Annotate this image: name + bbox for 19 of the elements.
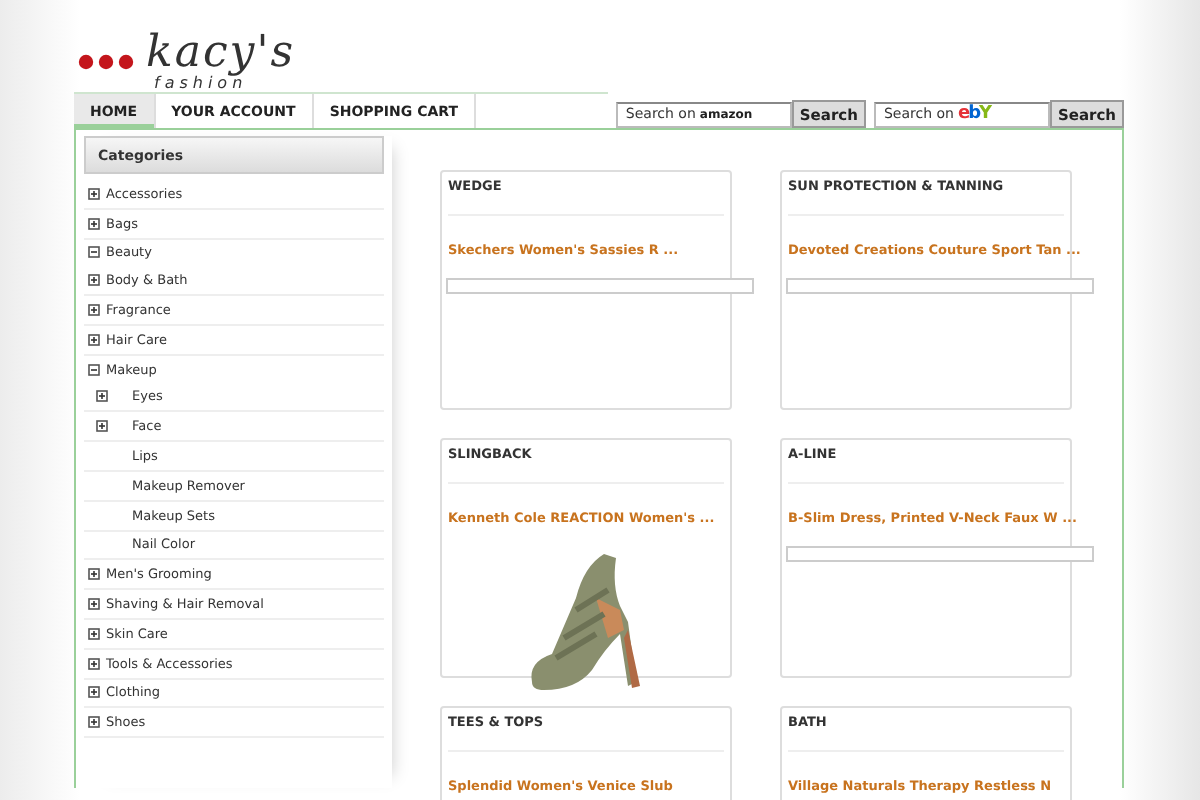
dots-icon bbox=[78, 52, 138, 72]
plus-box-icon[interactable] bbox=[88, 333, 100, 346]
plus-box-icon[interactable] bbox=[88, 217, 100, 230]
plus-box-icon[interactable] bbox=[88, 304, 100, 317]
plus-box-icon[interactable] bbox=[88, 568, 100, 581]
plus-box-icon[interactable] bbox=[88, 657, 100, 670]
plus-box-icon[interactable] bbox=[88, 274, 100, 287]
minus-box-icon[interactable] bbox=[88, 363, 100, 376]
brand-logo: ebY bbox=[957, 104, 991, 124]
plus-box-icon[interactable] bbox=[88, 187, 100, 200]
logo-tagline: fashion bbox=[154, 76, 248, 92]
plus-box-icon[interactable] bbox=[88, 716, 100, 729]
plus-box-icon[interactable] bbox=[88, 686, 100, 699]
plus-box-icon[interactable] bbox=[96, 390, 108, 403]
plus-box-icon[interactable] bbox=[88, 598, 100, 611]
plus-box-icon[interactable] bbox=[88, 627, 100, 640]
minus-box-icon[interactable] bbox=[88, 246, 100, 259]
logo-text: kacy's bbox=[146, 32, 296, 76]
plus-box-icon[interactable] bbox=[96, 420, 108, 433]
